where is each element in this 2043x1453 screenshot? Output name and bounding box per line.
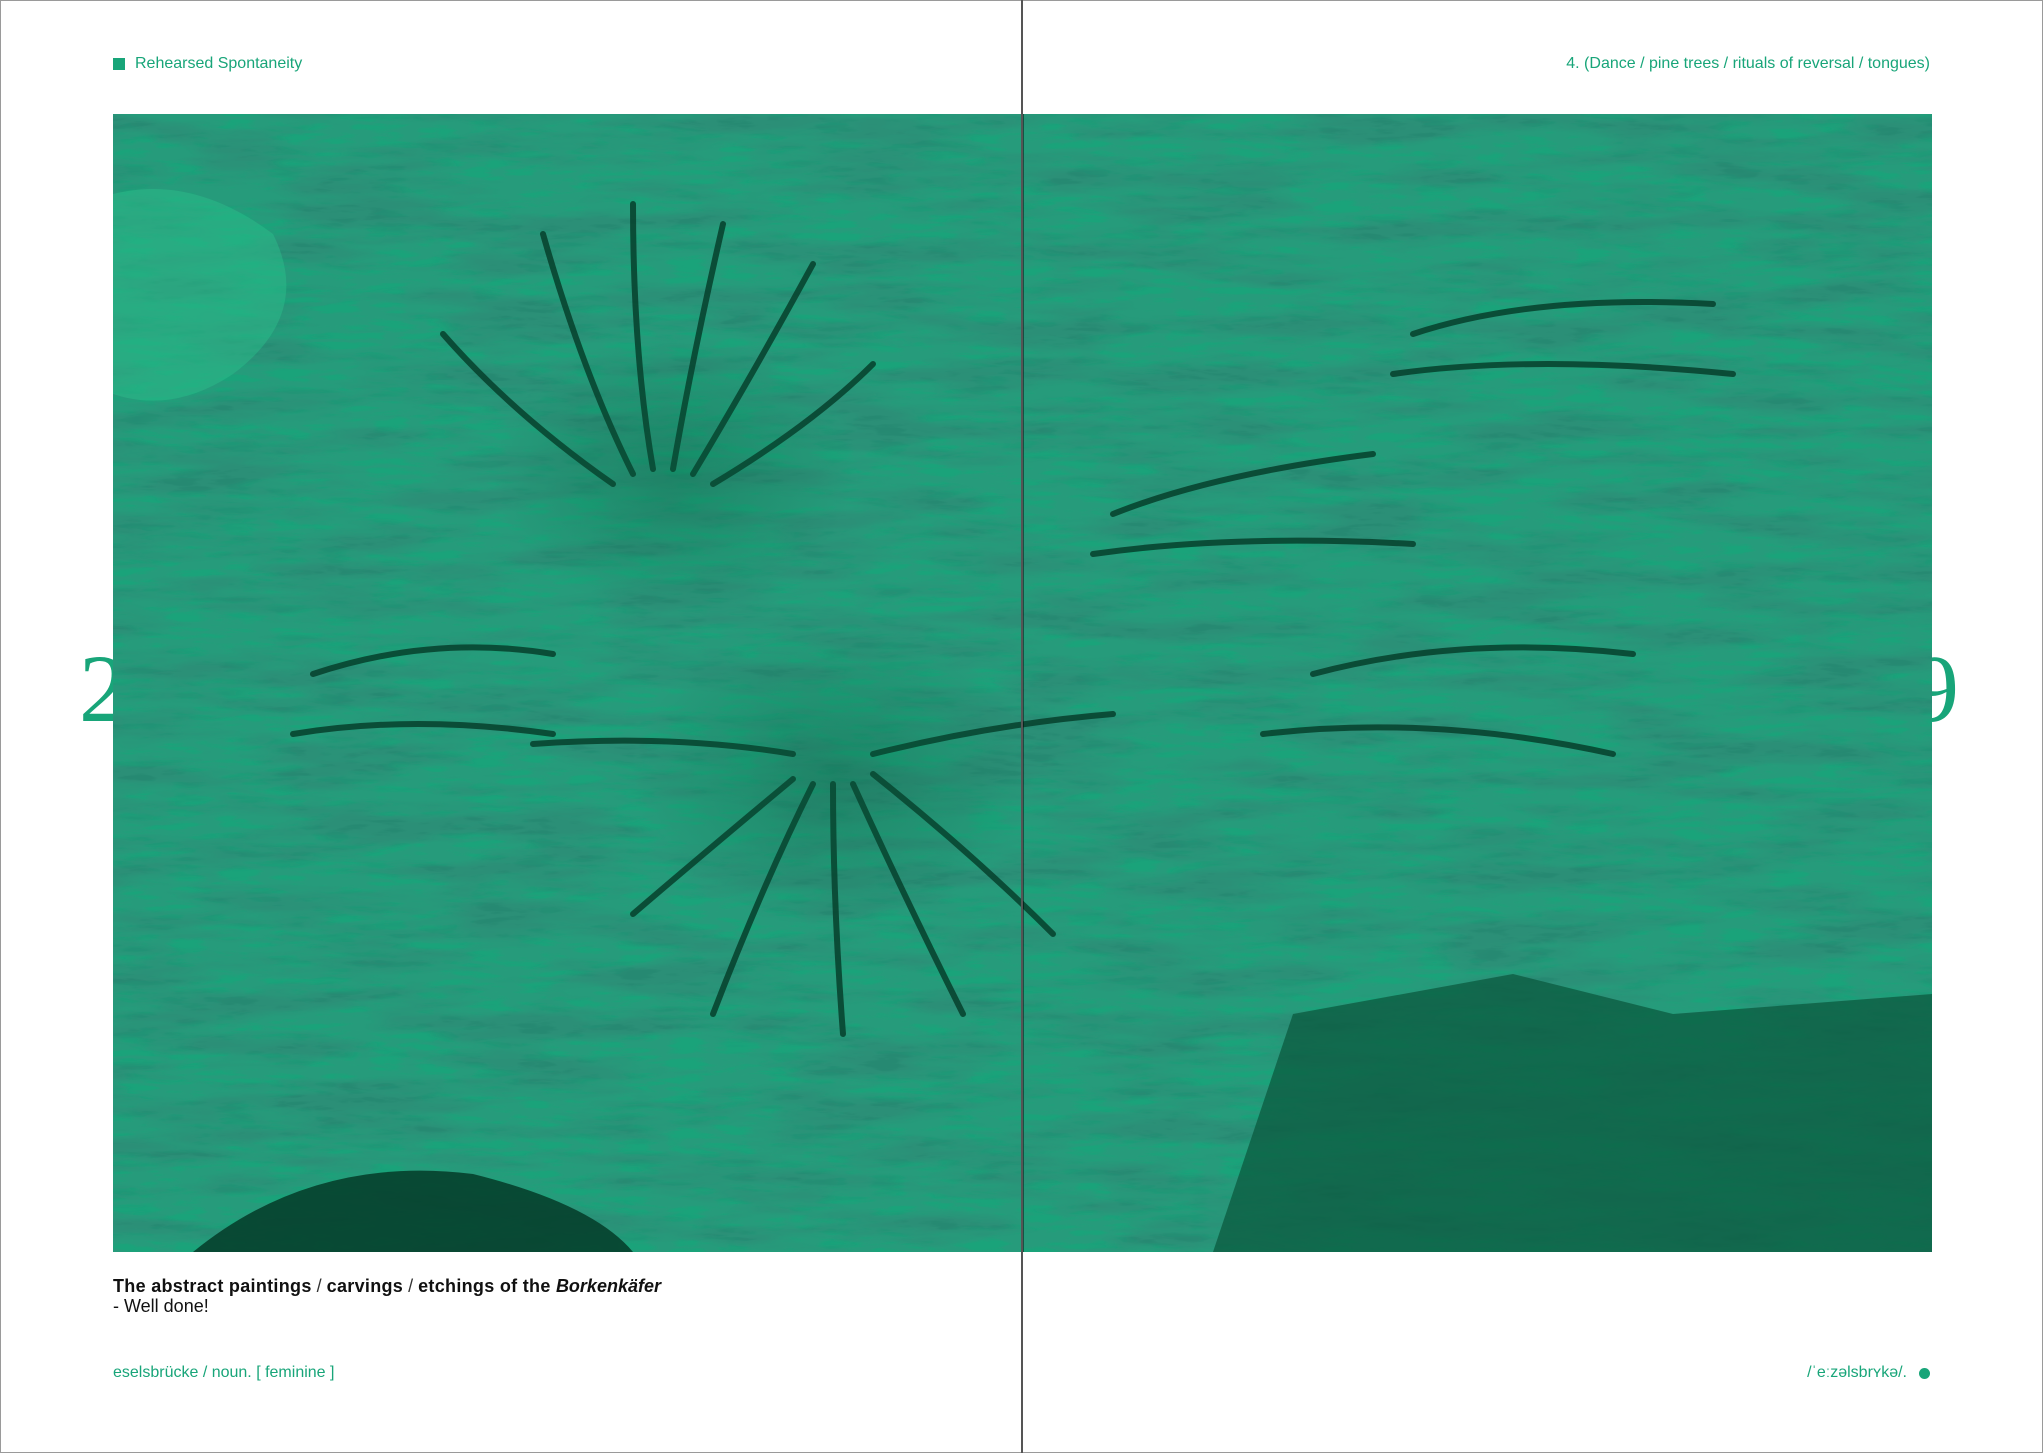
running-header-left-text: Rehearsed Spontaneity [135, 55, 303, 72]
caption-part-1: The abstract paintings [113, 1276, 312, 1296]
running-header-right: 4. (Dance / pine trees / rituals of reve… [1566, 55, 1930, 72]
caption-separator-1: / [311, 1276, 327, 1296]
image-caption: The abstract paintings / carvings / etch… [113, 1276, 661, 1316]
running-header-left: Rehearsed Spontaneity [113, 55, 302, 73]
footer-right-text: /ˈeːzəlsbrʏkə/. [1807, 1364, 1907, 1381]
caption-italic-term: Borkenkäfer [555, 1276, 661, 1296]
caption-part-3: etchings of the [418, 1276, 556, 1296]
square-bullet-icon [113, 58, 125, 70]
caption-line-1: The abstract paintings / carvings / etch… [113, 1276, 661, 1296]
caption-separator-2: / [403, 1276, 419, 1296]
footer-left: eselsbrücke / noun. [ feminine ] [113, 1364, 335, 1381]
book-spine-line [1021, 0, 1023, 1453]
caption-line-2: - Well done! [113, 1296, 209, 1316]
dot-bullet-icon [1919, 1367, 1930, 1379]
caption-part-2: carvings [326, 1276, 404, 1296]
footer-right: /ˈeːzəlsbrʏkə/. [1807, 1364, 1930, 1382]
